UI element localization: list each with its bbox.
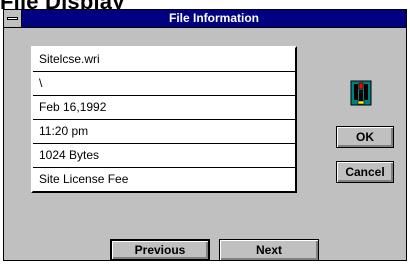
field-path[interactable]: \ [33,72,295,96]
previous-button[interactable]: Previous [110,239,210,261]
system-menu-icon[interactable] [4,10,22,27]
field-time[interactable]: 11:20 pm [33,120,295,144]
field-description[interactable]: Site License Fee [33,168,295,191]
file-info-fields: Sitelcse.wri \ Feb 16,1992 11:20 pm 1024… [31,46,297,193]
file-info-icon [350,80,372,106]
cancel-button[interactable]: Cancel [336,161,394,183]
page: File Display File Information Sitelcse.w… [0,0,410,264]
field-filename[interactable]: Sitelcse.wri [33,48,295,72]
title-bar[interactable]: File Information [4,10,406,28]
ok-button[interactable]: OK [336,126,394,148]
dialog-body: Sitelcse.wri \ Feb 16,1992 11:20 pm 1024… [4,28,406,261]
field-date[interactable]: Feb 16,1992 [33,96,295,120]
file-information-dialog: File Information Sitelcse.wri \ Feb 16,1… [3,9,407,261]
field-size[interactable]: 1024 Bytes [33,144,295,168]
dialog-title: File Information [169,11,259,25]
next-button[interactable]: Next [219,239,319,261]
